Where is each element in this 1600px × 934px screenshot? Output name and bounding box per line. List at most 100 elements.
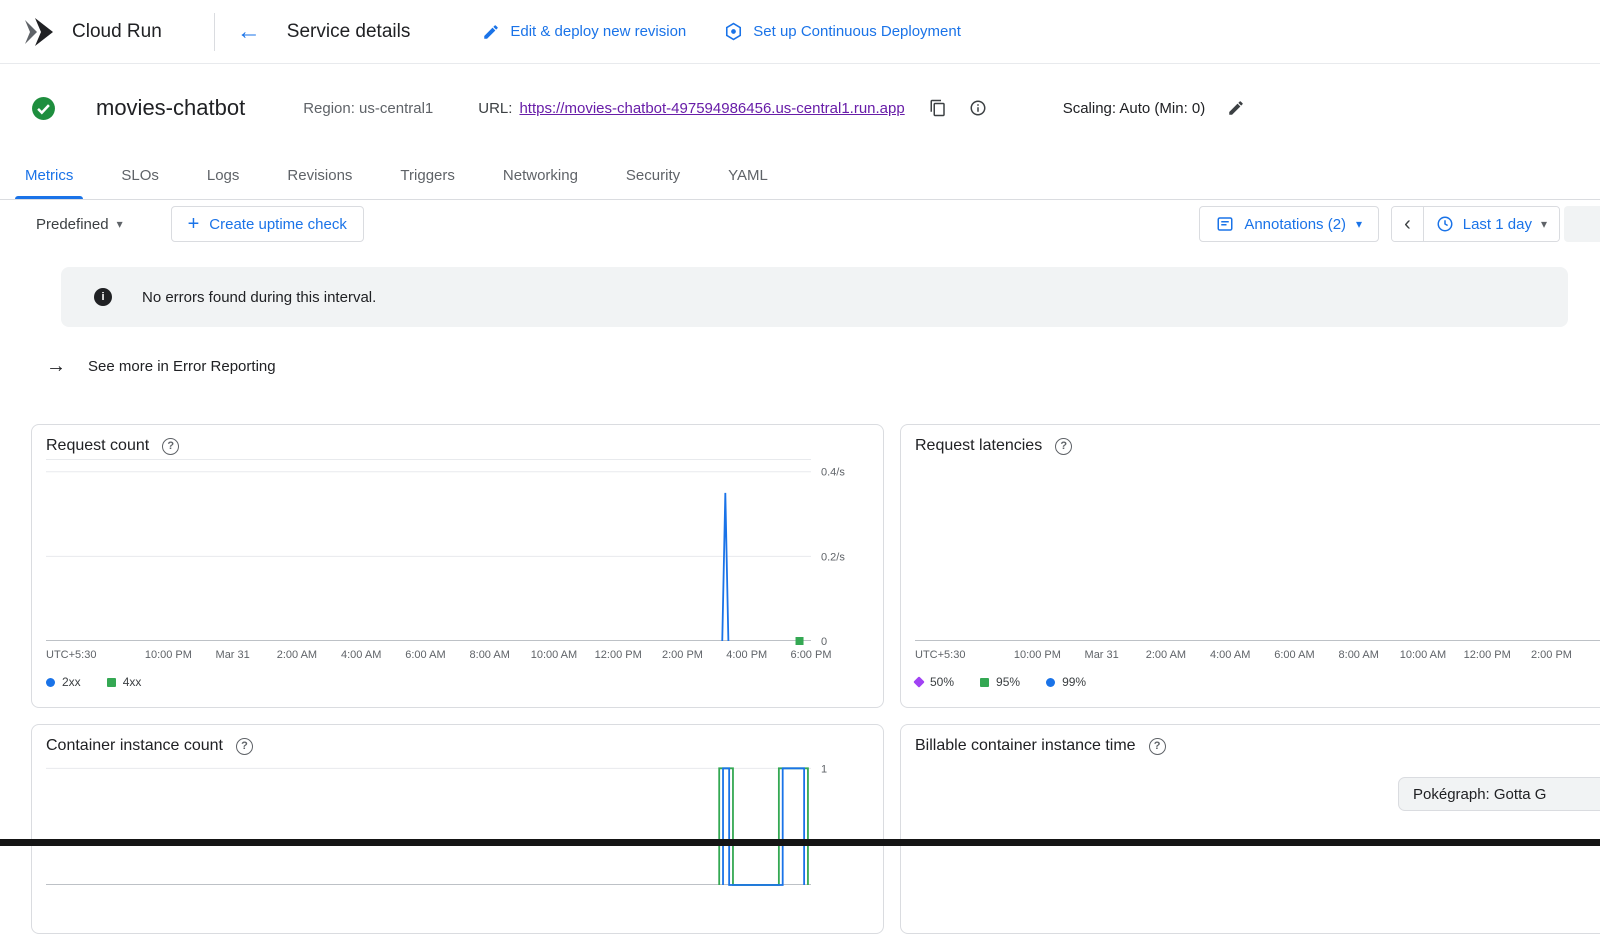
help-icon[interactable]: ? <box>236 738 253 755</box>
container-instance-count-card: Container instance count ? 1 <box>31 724 884 934</box>
tab-logs[interactable]: Logs <box>183 152 264 199</box>
legend-label: 2xx <box>62 675 81 689</box>
annotations-icon <box>1216 215 1234 233</box>
svg-text:0.4/s: 0.4/s <box>821 467 845 479</box>
legend-square-icon <box>980 678 989 687</box>
svg-text:2:00 AM: 2:00 AM <box>1146 649 1186 661</box>
legend-label: 95% <box>996 675 1020 689</box>
tab-bar: Metrics SLOs Logs Revisions Triggers Net… <box>0 152 1600 200</box>
no-errors-banner: i No errors found during this interval. <box>61 267 1568 327</box>
legend-label: 50% <box>930 675 954 689</box>
svg-text:8:00 AM: 8:00 AM <box>1339 649 1379 661</box>
request-latencies-card: Request latencies ? UTC+5:3010:00 PMMar … <box>900 424 1600 708</box>
annotations-button[interactable]: Annotations (2) ▾ <box>1199 206 1379 242</box>
service-url-group: URL: https://movies-chatbot-497594986456… <box>478 97 988 119</box>
service-header: movies-chatbot Region: us-central1 URL: … <box>0 64 1600 152</box>
time-range-button[interactable]: Last 1 day ▾ <box>1423 207 1559 241</box>
svg-text:2:00 AM: 2:00 AM <box>277 649 317 661</box>
help-icon[interactable]: ? <box>1149 738 1166 755</box>
service-url-link[interactable]: https://movies-chatbot-497594986456.us-c… <box>519 100 904 117</box>
copy-url-button[interactable] <box>927 97 949 119</box>
svg-text:Mar 31: Mar 31 <box>1085 649 1119 661</box>
legend-item: 2xx <box>46 675 81 689</box>
svg-text:0: 0 <box>821 636 827 648</box>
toolbar-overflow-stub[interactable] <box>1564 206 1600 242</box>
pencil-icon <box>482 23 500 41</box>
tab-yaml[interactable]: YAML <box>704 152 792 199</box>
chevron-down-icon: ▾ <box>1541 218 1547 230</box>
create-uptime-check-button[interactable]: + Create uptime check <box>171 206 364 242</box>
legend-circle-icon <box>1046 678 1055 687</box>
help-icon[interactable]: ? <box>1055 438 1072 455</box>
svg-text:6:00 PM: 6:00 PM <box>791 649 832 661</box>
setup-cd-action[interactable]: Set up Continuous Deployment <box>724 22 961 41</box>
annotations-label: Annotations (2) <box>1244 216 1346 233</box>
chevron-left-icon: ‹ <box>1404 214 1411 234</box>
legend-item: 95% <box>980 675 1020 689</box>
banner-message: No errors found during this interval. <box>142 289 376 306</box>
service-region: Region: us-central1 <box>303 100 433 117</box>
request-count-card: Request count ? 0.4/s0.2/s0UTC+5:3010:00… <box>31 424 884 708</box>
error-reporting-label: See more in Error Reporting <box>88 358 276 375</box>
chevron-down-icon: ▾ <box>1356 218 1362 230</box>
edit-deploy-action[interactable]: Edit & deploy new revision <box>482 23 686 41</box>
tab-security[interactable]: Security <box>602 152 704 199</box>
predefined-dropdown[interactable]: Predefined ▾ <box>36 216 123 233</box>
card-title: Request latencies <box>915 437 1042 455</box>
pokegraph-tooltip: Pokégraph: Gotta G <box>1398 777 1600 811</box>
metrics-grid: Request count ? 0.4/s 0.2/s 0 UTC+5:30 10:00… <box>31 424 1600 934</box>
legend-label: 4xx <box>123 675 142 689</box>
legend-item: 50% <box>915 675 954 689</box>
info-icon: i <box>94 288 112 306</box>
plus-icon: + <box>188 214 200 234</box>
service-name: movies-chatbot <box>96 95 245 121</box>
clock-icon <box>1436 215 1454 233</box>
request-count-chart: 0.4/s0.2/s0UTC+5:3010:00 PMMar 312:00 AM… <box>46 459 869 665</box>
legend-item: 99% <box>1046 675 1086 689</box>
cloud-run-logo-icon <box>22 17 56 47</box>
time-range-label: Last 1 day <box>1463 216 1532 233</box>
card-title: Container instance count <box>46 737 223 755</box>
tab-triggers[interactable]: Triggers <box>376 152 478 199</box>
tab-slos[interactable]: SLOs <box>97 152 183 199</box>
toolbar-right-group: Annotations (2) ▾ ‹ Last 1 day ▾ <box>1199 206 1560 242</box>
legend-diamond-icon <box>913 676 924 687</box>
card-title: Request count <box>46 437 149 455</box>
divider <box>214 13 215 51</box>
request-count-legend: 2xx 4xx <box>46 675 869 689</box>
time-back-button[interactable]: ‹ <box>1392 207 1423 241</box>
create-uptime-check-label: Create uptime check <box>209 216 347 233</box>
svg-text:2:00 PM: 2:00 PM <box>1531 649 1572 661</box>
request-latencies-chart: UTC+5:3010:00 PMMar 312:00 AM4:00 AM6:00… <box>915 459 1600 665</box>
page-title: Service details <box>287 21 411 43</box>
legend-item: 4xx <box>107 675 142 689</box>
service-status-icon <box>31 96 56 121</box>
svg-text:10:00 AM: 10:00 AM <box>1400 649 1446 661</box>
help-icon[interactable]: ? <box>162 438 179 455</box>
time-range-group: ‹ Last 1 day ▾ <box>1391 206 1560 242</box>
svg-text:UTC+5:30: UTC+5:30 <box>46 649 96 661</box>
edit-scaling-button[interactable] <box>1225 97 1247 119</box>
svg-text:UTC+5:30: UTC+5:30 <box>915 649 965 661</box>
svg-text:12:00 PM: 12:00 PM <box>595 649 642 661</box>
error-reporting-link[interactable]: → See more in Error Reporting <box>46 356 1600 376</box>
svg-text:2:00 PM: 2:00 PM <box>662 649 703 661</box>
bottom-edge-bar <box>0 839 1600 846</box>
back-button[interactable]: ← <box>227 16 271 48</box>
tab-metrics[interactable]: Metrics <box>1 152 97 199</box>
svg-text:0.2/s: 0.2/s <box>821 551 845 563</box>
info-icon <box>969 99 987 117</box>
svg-text:Mar 31: Mar 31 <box>216 649 250 661</box>
arrow-right-icon: → <box>46 356 66 376</box>
tab-revisions[interactable]: Revisions <box>263 152 376 199</box>
back-arrow-icon: ← <box>237 18 261 45</box>
svg-text:4:00 AM: 4:00 AM <box>341 649 381 661</box>
product-name: Cloud Run <box>72 21 162 43</box>
legend-circle-icon <box>46 678 55 687</box>
svg-text:8:00 AM: 8:00 AM <box>470 649 510 661</box>
tab-networking[interactable]: Networking <box>479 152 602 199</box>
container-instance-count-chart: 1 <box>46 759 869 909</box>
url-label: URL: <box>478 100 512 117</box>
svg-text:4:00 PM: 4:00 PM <box>726 649 767 661</box>
url-info-button[interactable] <box>967 97 989 119</box>
